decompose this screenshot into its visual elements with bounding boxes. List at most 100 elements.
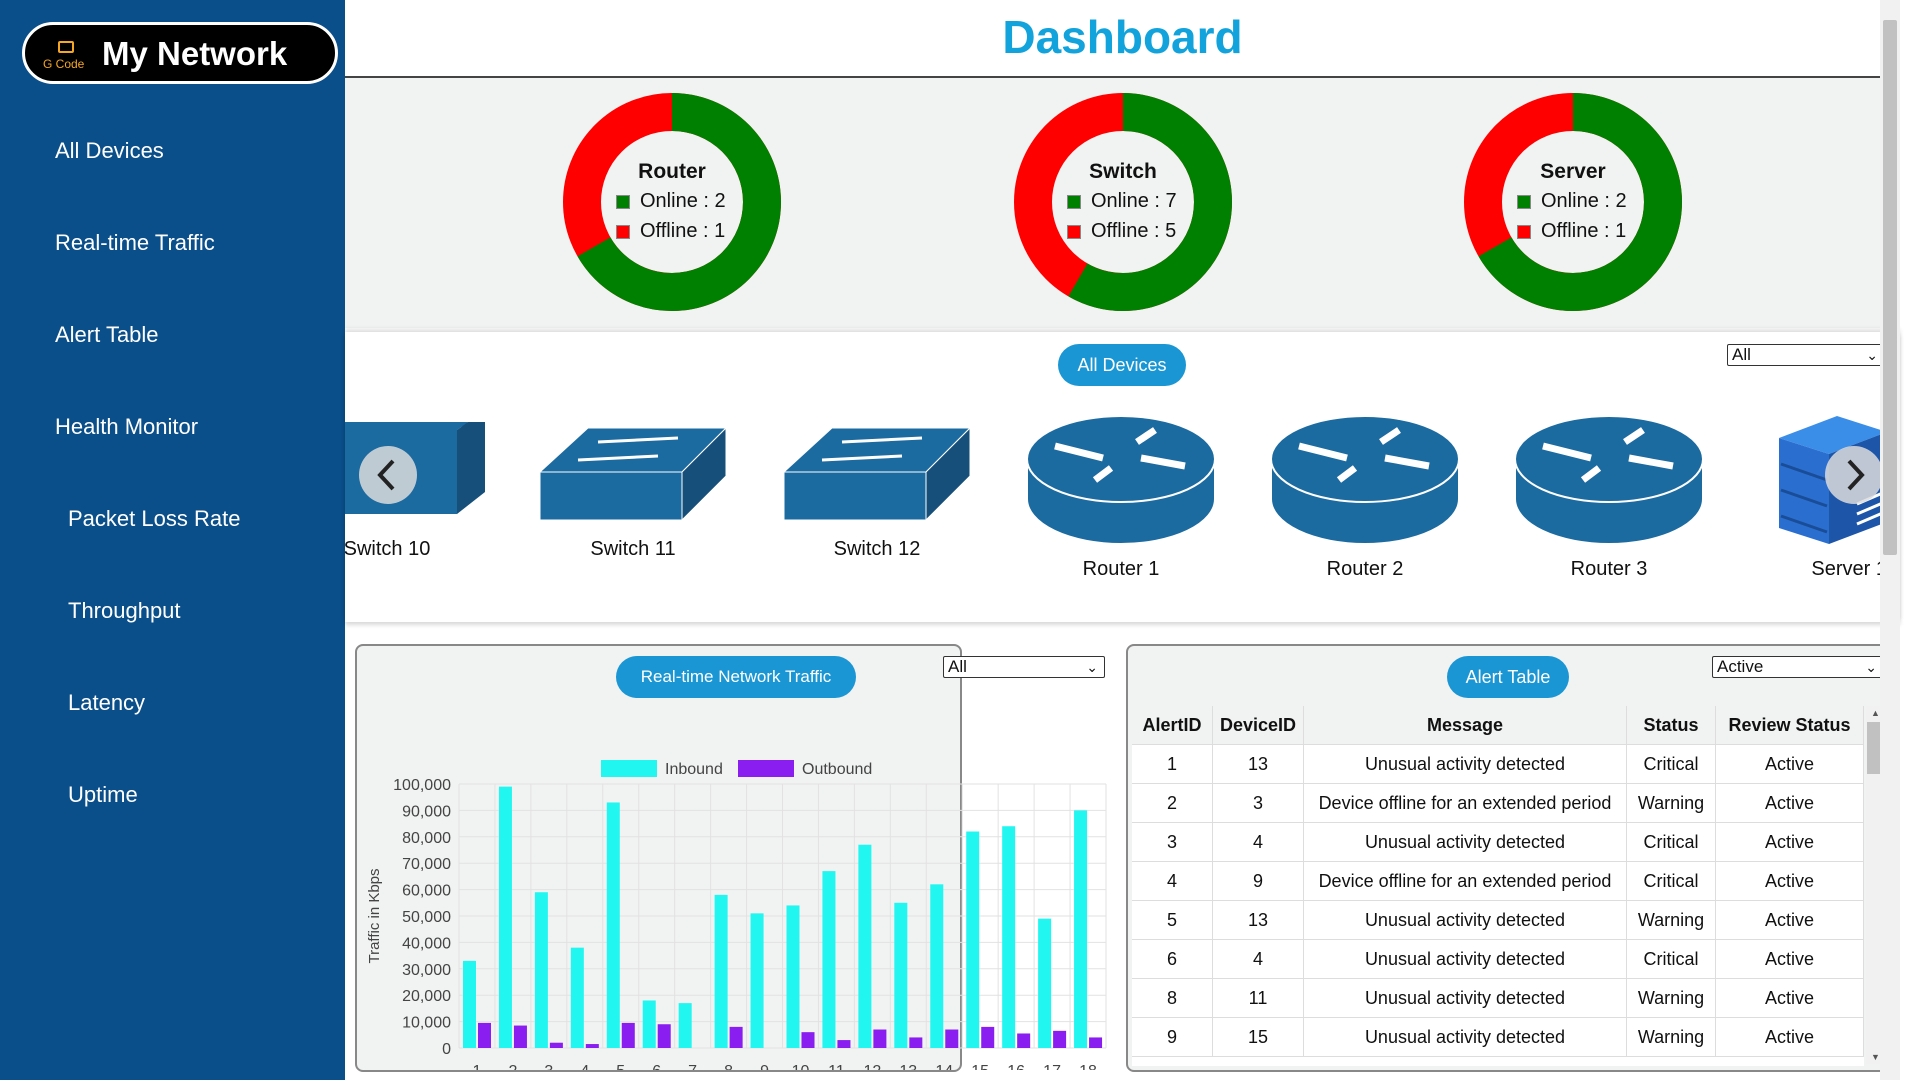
traffic-title-button[interactable]: Real-time Network Traffic xyxy=(616,656,856,698)
table-cell: Critical xyxy=(1626,939,1716,979)
table-cell: Active xyxy=(1715,900,1864,940)
server-donut: Server Online : 2 Offline : 1 xyxy=(1463,92,1683,312)
sidebar: G Code My Network All Devices Real-time … xyxy=(0,0,345,1080)
outbound-bar xyxy=(478,1022,491,1048)
app-title: My Network xyxy=(102,35,288,72)
online-swatch xyxy=(1067,194,1081,209)
outbound-bar xyxy=(585,1044,599,1048)
x-tick-label: 14 xyxy=(935,1063,953,1070)
table-row[interactable]: 5 13 Unusual activity detected Warning Activ… xyxy=(1132,900,1864,940)
table-cell: Unusual activity detected xyxy=(1303,1017,1627,1057)
table-cell: 13 xyxy=(1212,744,1304,784)
device-filter-select[interactable]: All ⌄ xyxy=(1727,344,1885,366)
device-label: Server 1 xyxy=(1811,558,1887,580)
inbound-bar xyxy=(714,894,728,1048)
table-cell: 3 xyxy=(1132,822,1213,862)
x-tick-label: 11 xyxy=(828,1063,845,1070)
column-header[interactable]: Review Status xyxy=(1715,706,1864,745)
traffic-panel: Real-time Network Traffic All ⌄ Inbound O… xyxy=(355,644,1107,1072)
alert-filter-select[interactable]: Active ⌄ xyxy=(1712,656,1884,678)
table-cell: Active xyxy=(1715,978,1864,1018)
scroll-up-icon[interactable]: ▲ xyxy=(1871,708,1880,718)
device-filter-value: All xyxy=(1732,345,1751,364)
page-scrollbar[interactable] xyxy=(1880,0,1900,1080)
y-axis-title: Traffic in Kbps xyxy=(366,868,383,963)
sidebar-item-uptime[interactable]: Uptime xyxy=(68,782,138,808)
x-tick-label: 9 xyxy=(760,1063,769,1070)
table-cell: Device offline for an extended period xyxy=(1303,783,1627,823)
x-tick-label: 6 xyxy=(652,1063,661,1070)
offline-count: Offline : 1 xyxy=(640,220,726,242)
online-count: Online : 2 xyxy=(640,190,726,212)
table-cell: Unusual activity detected xyxy=(1303,978,1627,1018)
x-tick-label: 4 xyxy=(580,1063,589,1070)
outbound-bar xyxy=(837,1040,851,1048)
table-row[interactable]: 4 9 Device offline for an extended period C… xyxy=(1132,861,1864,901)
sidebar-item-all-devices[interactable]: All Devices xyxy=(55,138,164,164)
column-header[interactable]: AlertID xyxy=(1132,706,1213,745)
logo-code-text: G Code xyxy=(43,57,85,71)
table-row[interactable]: 8 11 Unusual activity detected Warning Activ… xyxy=(1132,978,1864,1018)
inbound-bar xyxy=(570,947,584,1048)
inbound-bar xyxy=(534,892,548,1048)
x-tick-label: 16 xyxy=(1007,1063,1025,1070)
online-swatch xyxy=(616,194,630,209)
inbound-bar xyxy=(786,905,800,1048)
carousel-next-button[interactable] xyxy=(1825,446,1883,504)
sidebar-item-throughput[interactable]: Throughput xyxy=(68,598,181,624)
x-tick-label: 1 xyxy=(473,1063,482,1070)
x-tick-label: 15 xyxy=(971,1063,989,1070)
table-cell: 9 xyxy=(1212,861,1304,901)
logo-pill[interactable]: G Code My Network xyxy=(22,22,338,84)
scroll-down-icon[interactable]: ▼ xyxy=(1871,1052,1880,1062)
table-row[interactable]: 2 3 Device offline for an extended period W… xyxy=(1132,783,1864,823)
table-row[interactable]: 3 4 Unusual activity detected Critical Activ… xyxy=(1132,822,1864,862)
column-header[interactable]: Status xyxy=(1626,706,1716,745)
sidebar-item-health-monitor[interactable]: Health Monitor xyxy=(55,414,198,440)
column-header[interactable]: Message xyxy=(1303,706,1627,745)
traffic-filter-select[interactable]: All ⌄ xyxy=(943,656,1105,678)
x-tick-label: 10 xyxy=(792,1063,810,1070)
sidebar-item-packet-loss-rate[interactable]: Packet Loss Rate xyxy=(68,506,240,532)
legend-swatch xyxy=(738,760,794,777)
table-row[interactable]: 9 15 Unusual activity detected Warning Activ… xyxy=(1132,1017,1864,1057)
router-icon xyxy=(1026,415,1216,545)
chevron-down-icon: ⌄ xyxy=(1866,347,1878,363)
device-card[interactable] xyxy=(538,422,728,527)
outbound-bar xyxy=(1089,1037,1103,1048)
chevron-down-icon: ⌄ xyxy=(1086,659,1098,675)
sidebar-item-alert-table[interactable]: Alert Table xyxy=(55,322,159,348)
device-summary: Router Online : 2 Offline : 1 Switch Onl… xyxy=(345,78,1900,328)
table-cell: Critical xyxy=(1626,744,1716,784)
outbound-bar xyxy=(513,1025,527,1048)
outbound-bar xyxy=(1053,1030,1067,1048)
x-tick-label: 13 xyxy=(899,1063,917,1070)
table-cell: Warning xyxy=(1626,978,1716,1018)
offline-swatch xyxy=(1517,224,1531,239)
offline-count: Offline : 1 xyxy=(1541,220,1627,242)
outbound-bar xyxy=(801,1032,815,1048)
column-header[interactable]: DeviceID xyxy=(1212,706,1304,745)
device-card[interactable] xyxy=(1513,414,1705,553)
table-row[interactable]: 1 13 Unusual activity detected Critical Acti… xyxy=(1132,744,1864,784)
x-tick-label: 18 xyxy=(1079,1063,1097,1070)
device-card[interactable] xyxy=(1269,414,1461,553)
table-row[interactable]: 6 4 Unusual activity detected Critical Activ… xyxy=(1132,939,1864,979)
device-card[interactable] xyxy=(1025,414,1217,553)
device-label: Router 3 xyxy=(1570,558,1648,580)
page-scrollbar-thumb[interactable] xyxy=(1883,20,1897,555)
alert-table-button[interactable]: Alert Table xyxy=(1447,656,1569,698)
table-cell: 2 xyxy=(1132,783,1213,823)
sidebar-item-latency[interactable]: Latency xyxy=(68,690,145,716)
table-cell: Active xyxy=(1715,822,1864,862)
y-tick-label: 60,000 xyxy=(402,883,451,900)
device-label: Router 2 xyxy=(1326,558,1404,580)
table-cell: 8 xyxy=(1132,978,1213,1018)
traffic-filter-value: All xyxy=(948,657,967,676)
carousel-prev-button[interactable] xyxy=(359,446,417,504)
outbound-bar xyxy=(621,1022,635,1048)
all-devices-button[interactable]: All Devices xyxy=(1058,344,1186,386)
sidebar-item-real-time-traffic[interactable]: Real-time Traffic xyxy=(55,230,215,256)
inbound-bar xyxy=(463,960,476,1048)
device-card[interactable] xyxy=(782,422,972,527)
